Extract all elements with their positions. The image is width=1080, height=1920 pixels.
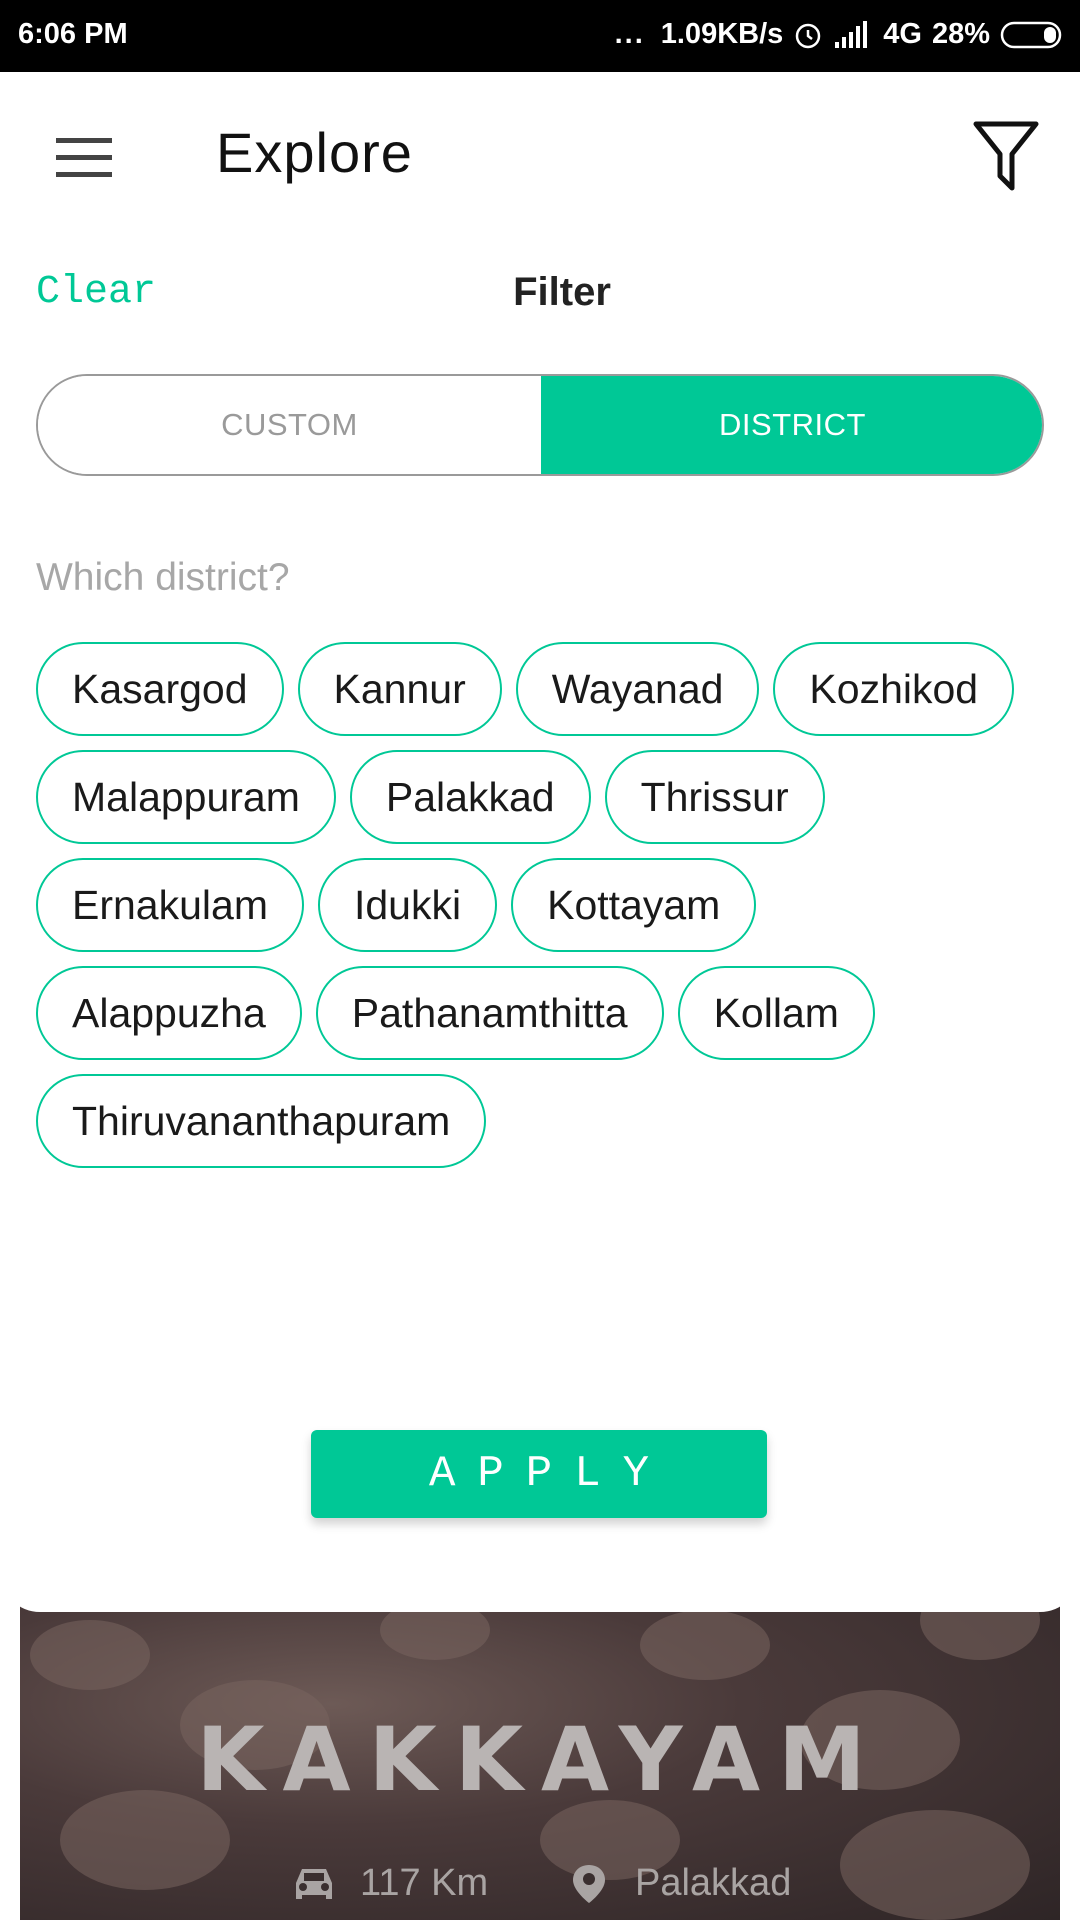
apply-button[interactable]: APPLY (311, 1430, 767, 1518)
filter-mode-toggle: CUSTOM DISTRICT (36, 374, 1044, 476)
network-type: 4G (883, 18, 922, 50)
battery-icon (1000, 21, 1062, 48)
tab-district[interactable]: DISTRICT (541, 376, 1042, 474)
tab-custom[interactable]: CUSTOM (38, 376, 541, 474)
rock-decoration (30, 1620, 150, 1690)
district-chip-kollam[interactable]: Kollam (677, 966, 875, 1060)
signal-icon (835, 20, 868, 48)
chip-row: Kasargod Kannur Wayanad Kozhikod (36, 642, 1056, 736)
location-pin-icon (573, 1864, 605, 1903)
status-time: 6:06 PM (18, 18, 128, 50)
district-chip-kottayam[interactable]: Kottayam (511, 858, 757, 952)
district-chip-palakkad[interactable]: Palakkad (349, 750, 591, 844)
district-chip-alappuzha[interactable]: Alappuzha (36, 966, 302, 1060)
chip-row: Ernakulam Idukki Kottayam (36, 858, 1056, 952)
destination-card[interactable]: KAKKAYAM 117 Km Palakkad (20, 1560, 1060, 1920)
district-chip-kasargod[interactable]: Kasargod (36, 642, 284, 736)
status-bar: 6:06 PM ... 1.09KB/s 4G 28% (0, 0, 1080, 72)
battery-percent: 28% (931, 18, 990, 50)
distance-info: 117 Km (290, 1862, 488, 1905)
chip-row: Malappuram Palakkad Thrissur (36, 750, 1056, 844)
distance-text: 117 Km (360, 1862, 489, 1904)
car-icon (296, 1868, 332, 1899)
district-text: Palakkad (635, 1862, 792, 1904)
funnel-filter-icon[interactable] (972, 120, 1040, 192)
alarm-icon (796, 23, 821, 48)
district-chip-malappuram[interactable]: Malappuram (36, 750, 336, 844)
rock-decoration (840, 1810, 1030, 1920)
hamburger-menu-icon[interactable] (54, 136, 114, 180)
page-title: Explore (216, 121, 413, 184)
notification-dots: ... (614, 18, 645, 50)
chip-row: Alappuzha Pathanamthitta Kollam (36, 966, 1056, 1060)
district-chip-pathanamthitta[interactable]: Pathanamthitta (315, 966, 664, 1060)
district-chip-ernakulam[interactable]: Ernakulam (36, 858, 304, 952)
district-chip-idukki[interactable]: Idukki (317, 858, 498, 952)
district-chip-wayanad[interactable]: Wayanad (515, 642, 760, 736)
district-chip-list: Kasargod Kannur Wayanad Kozhikod Malappu… (36, 642, 1056, 1182)
status-indicators: ... 1.09KB/s 4G 28% (615, 18, 1066, 51)
rock-decoration (640, 1610, 770, 1680)
network-speed: 1.09KB/s (660, 18, 784, 50)
district-chip-kozhikod[interactable]: Kozhikod (773, 642, 1015, 736)
district-chip-kannur[interactable]: Kannur (297, 642, 502, 736)
district-chip-thiruvananthapuram[interactable]: Thiruvananthapuram (36, 1074, 487, 1168)
filter-heading: Filter (513, 270, 611, 314)
chip-row: Thiruvananthapuram (36, 1074, 1056, 1168)
district-chip-thrissur[interactable]: Thrissur (604, 750, 825, 844)
location-info: Palakkad (565, 1862, 791, 1905)
district-question: Which district? (36, 556, 290, 599)
destination-name: KAKKAYAM (196, 1708, 884, 1811)
